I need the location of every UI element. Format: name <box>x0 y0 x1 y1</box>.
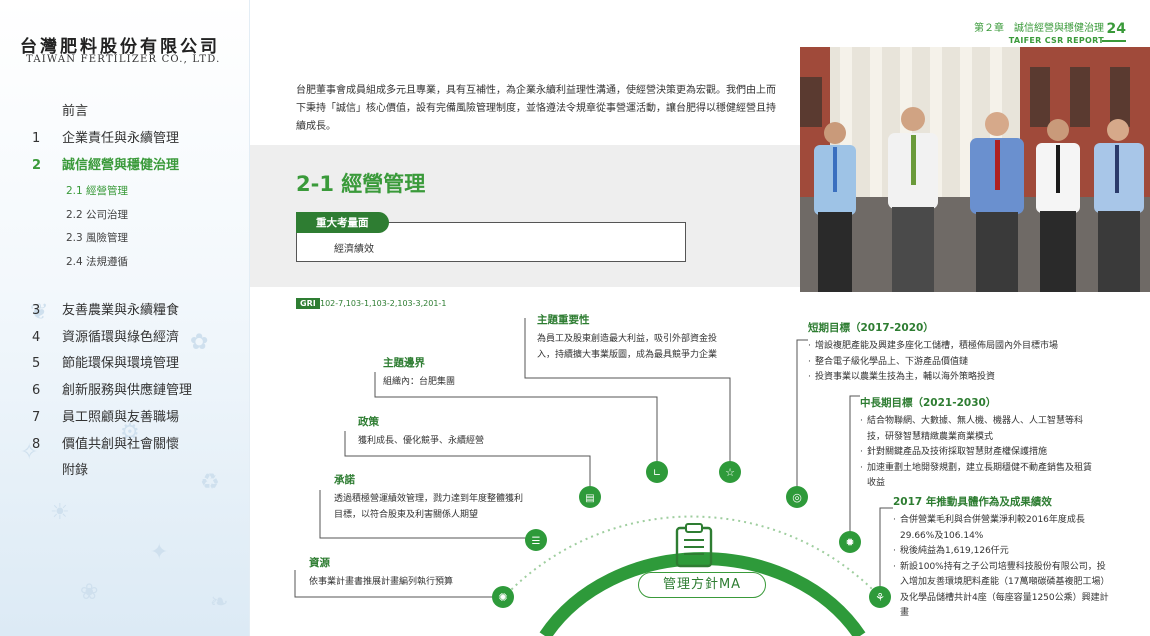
connector-results <box>879 507 893 597</box>
results-2017-list: 合併營業毛利與合併營業淨利較2016年度成長29.66%及106.14% 稅後純… <box>893 513 1111 622</box>
short-term-goals-title: 短期目標（2017-2020） <box>808 322 934 334</box>
commitment-block: 承諾 透過積極營運績效管理，戮力達到年度整體獲利目標，以符合股東及利害關係人期望 <box>334 472 524 523</box>
network-icon: ⚘ <box>869 586 891 608</box>
mid-long-term-goals-list: 結合物聯網、大數據、無人機、機器人、人工智慧等科技，研發智慧精緻農業商業模式 針… <box>860 414 1100 492</box>
list-item: 結合物聯網、大數據、無人機、機器人、人工智慧等科技，研發智慧精緻農業商業模式 <box>860 414 1100 445</box>
list-item: 稅後純益為1,619,126仟元 <box>893 544 1111 560</box>
management-approach-label: 管理方針MA <box>638 572 766 598</box>
list-item: 加速重劃土地開發規劃，建立長期穩健不動產銷售及租賃收益 <box>860 461 1100 492</box>
mid-long-term-goals-block: 中長期目標（2021-2030） 結合物聯網、大數據、無人機、機器人、人工智慧等… <box>860 395 1100 492</box>
list-item: 針對關鍵產品及技術採取智慧財產權保護措施 <box>860 445 1100 461</box>
resources-title: 資源 <box>309 557 330 569</box>
svg-text:◎: ◎ <box>792 491 802 504</box>
topic-importance-title: 主題重要性 <box>537 314 590 326</box>
star-icon: ☆ <box>719 461 741 483</box>
list-item: 合併營業毛利與合併營業淨利較2016年度成長29.66%及106.14% <box>893 513 1111 544</box>
boundary-icon: ∟ <box>646 461 668 483</box>
topic-boundary-block: 主題邊界 組織內：台肥集團 <box>383 355 583 390</box>
mid-long-term-goals-title: 中長期目標（2021-2030） <box>860 397 997 409</box>
policy-icon: ▤ <box>579 486 601 508</box>
list-item: 整合電子級化學品上、下游產品價值鏈 <box>808 355 1108 371</box>
svg-text:✹: ✹ <box>845 536 854 549</box>
topic-boundary-body: 組織內：台肥集團 <box>383 377 456 387</box>
topic-boundary-title: 主題邊界 <box>383 357 425 369</box>
svg-text:∟: ∟ <box>653 468 661 479</box>
list-item: 投資事業以農業生技為主，輔以海外策略投資 <box>808 370 1108 386</box>
short-term-goals-block: 短期目標（2017-2020） 增設複肥產能及興建多座化工儲槽，積極佈局國內外目… <box>808 320 1108 386</box>
resources-body: 依事業計畫書推展計畫編列執行預算 <box>309 577 454 587</box>
svg-text:⚘: ⚘ <box>875 591 885 604</box>
list-item: 新設100%持有之子公司培豐科技股份有限公司，投入增加友善環境肥料產能（17萬噸… <box>893 560 1111 622</box>
target-icon: ◎ <box>786 486 808 508</box>
short-term-goals-list: 增設複肥產能及興建多座化工儲槽，積極佈局國內外目標市場 整合電子級化學品上、下游… <box>808 339 1108 386</box>
connector-short-term <box>796 339 808 497</box>
commitment-title: 承諾 <box>334 474 355 486</box>
svg-text:▤: ▤ <box>585 493 594 504</box>
commitment-body: 透過積極營運績效管理，戮力達到年度整體獲利目標，以符合股東及利害關係人期望 <box>334 494 524 520</box>
results-2017-block: 2017 年推動具體作為及成果績效 合併營業毛利與合併營業淨利較2016年度成長… <box>893 494 1111 622</box>
policy-body: 獲利成長、優化競爭、永續經營 <box>358 436 485 446</box>
policy-block: 政策 獲利成長、優化競爭、永續經營 <box>358 414 578 449</box>
svg-text:✺: ✺ <box>498 591 507 604</box>
results-2017-title: 2017 年推動具體作為及成果績效 <box>893 496 1052 508</box>
document-icon: ☰ <box>525 529 547 551</box>
svg-text:☆: ☆ <box>725 466 735 479</box>
resources-block: 資源 依事業計畫書推展計畫編列執行預算 <box>309 555 509 590</box>
sun-icon: ✹ <box>839 531 861 553</box>
connector-mid-long-term <box>849 395 860 542</box>
svg-text:☰: ☰ <box>532 536 541 547</box>
list-item: 增設複肥產能及興建多座化工儲槽，積極佈局國內外目標市場 <box>808 339 1108 355</box>
policy-title: 政策 <box>358 416 379 428</box>
